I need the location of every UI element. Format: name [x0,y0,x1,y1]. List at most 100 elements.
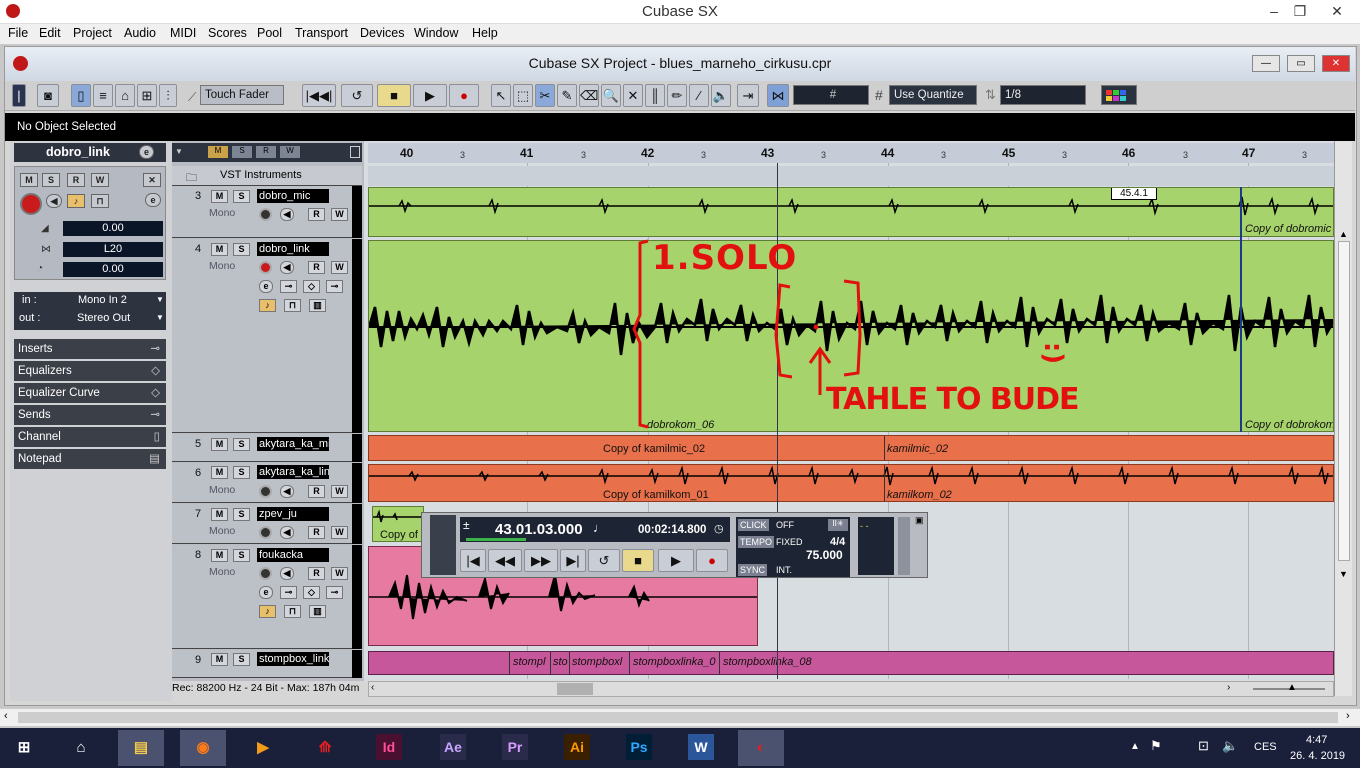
solo-button[interactable]: S [233,508,250,521]
project-maximize-button[interactable]: ▭ [1287,55,1315,72]
tempo-label[interactable]: TEMPO [738,536,775,548]
constrain-delay-button[interactable]: ◙ [37,84,59,107]
solo-button[interactable]: S [42,173,60,187]
mute-button[interactable]: M [211,653,228,666]
show-midi-filter[interactable]: M [208,146,228,158]
maximize-button[interactable]: ❐ [1283,0,1317,22]
color-select[interactable] [1101,85,1137,105]
acrobat-icon[interactable]: ⟰ [302,730,348,766]
delay-field[interactable]: 0.00 [63,262,163,277]
menu-project[interactable]: Project [73,26,112,40]
folder-toggle[interactable] [350,146,360,158]
show-instrument-filter[interactable]: S [232,146,252,158]
zoom-tool[interactable]: 🔍 [601,84,621,107]
horizontal-scrollbar[interactable]: ‹ › ▲ [368,681,1334,697]
plus-icon[interactable]: ± [463,518,470,532]
open-mixer-button[interactable]: ⫶ [159,84,177,107]
show-record-filter[interactable]: R [256,146,276,158]
mute-button[interactable]: M [20,173,38,187]
sync-label[interactable]: SYNC [738,564,768,576]
lock-button[interactable]: ⊓ [91,194,109,208]
record-enable-button[interactable] [259,485,272,498]
menu-midi[interactable]: MIDI [170,26,196,40]
rewind-button[interactable]: ◀◀ [488,549,522,572]
lock-button[interactable]: ⊓ [284,605,301,618]
position-display[interactable]: ± 43.01.03.000 ♩ 00:02:14.800 ◷ [460,517,730,542]
signature-value[interactable]: 4/4 [830,536,845,548]
window-horizontal-scrollbar[interactable]: ‹ › [0,708,1360,726]
time-value[interactable]: 00:02:14.800 [638,524,706,536]
mute-button[interactable]: M [211,466,228,479]
object-selection-tool[interactable]: ↖ [491,84,511,107]
track-name[interactable]: akytara_ka_lin [257,465,329,479]
transport-panel[interactable]: ± 43.01.03.000 ♩ 00:02:14.800 ◷ |◀ ◀◀ ▶▶… [421,512,928,578]
click-label[interactable]: CLICK [738,519,769,531]
play-button[interactable]: ▶ [413,84,447,107]
fast-forward-button[interactable]: ▶▶ [524,549,558,572]
record-enable-button[interactable] [259,261,272,274]
premiere-icon[interactable]: Pr [492,730,538,766]
solo-button[interactable]: S [233,243,250,256]
write-button[interactable]: W [331,526,348,539]
file-explorer-icon[interactable]: ▤ [118,730,164,766]
play-tool[interactable]: 🔈 [711,84,731,107]
edit-button[interactable]: e [259,586,273,599]
monitor-button[interactable]: ◀ [280,485,294,498]
start-button[interactable]: ⊞ [2,730,46,766]
window-scroll-thumb[interactable] [18,712,1338,723]
sends-bypass-button[interactable]: ⊸ [326,280,343,293]
position-slider[interactable] [466,538,526,541]
master-fader[interactable] [898,517,910,575]
audio-event-kamilmic[interactable]: Copy of kamilmic_02 kamilmic_02 [368,435,1334,461]
menu-scores[interactable]: Scores [208,26,247,40]
volume-field[interactable]: 0.00 [63,221,163,236]
indesign-icon[interactable]: Id [366,730,412,766]
open-pool-button[interactable]: ⊞ [137,84,157,107]
inspector-section-sends[interactable]: Sends ⊸ [14,405,166,425]
inspector-section-notepad[interactable]: Notepad ▤ [14,449,166,469]
sends-bypass-button[interactable]: ⊸ [326,586,343,599]
audio-event-zpev[interactable]: Copy of [372,506,424,542]
quantize-select[interactable]: 1/8 [1000,85,1086,105]
write-button[interactable]: W [331,208,348,221]
menu-transport[interactable]: Transport [295,26,348,40]
tray-language[interactable]: CES [1254,741,1277,753]
transport-close-icon[interactable]: ▣ [915,515,924,526]
audio-event-stompbox[interactable]: stompl sto stompboxl stompboxlinka_0 sto… [368,651,1334,675]
tempo-value[interactable]: 75.000 [806,548,843,562]
scroll-right-icon[interactable]: › [1346,710,1350,722]
split-tool[interactable]: ✂ [535,84,555,107]
edit-channel-button[interactable]: e [139,145,154,159]
vertical-scroll-thumb[interactable] [1338,241,1350,561]
solo-button[interactable]: S [233,190,250,203]
menu-help[interactable]: Help [472,26,498,40]
ruler[interactable] [368,143,1334,163]
track-name[interactable]: akytara_ka_mi [257,437,329,451]
record-enable-button[interactable] [20,193,42,215]
go-to-end-button[interactable]: ▶| [560,549,586,572]
inspector-section-equalizers[interactable]: Equalizers ◇ [14,361,166,381]
show-inspector-button[interactable]: ▯ [71,84,91,107]
timewarp-tool[interactable]: ║ [645,84,665,107]
track-name[interactable]: dobro_mic [257,189,329,203]
go-to-start-button[interactable]: |◀◀| [302,84,336,107]
project-minimize-button[interactable]: — [1252,55,1280,72]
tray-time[interactable]: 4:47 [1306,734,1327,746]
glue-tool[interactable]: ✎ [557,84,577,107]
scroll-right-icon[interactable]: › [1227,682,1230,693]
timebase-button[interactable]: ♪ [259,605,276,618]
audio-event-dobromic[interactable]: 45.4.1 Copy of dobromic [368,187,1334,237]
read-button[interactable]: R [308,261,325,274]
project-close-button[interactable]: ✕ [1322,55,1350,72]
record-button[interactable]: ● [449,84,479,107]
mute-button[interactable]: M [211,508,228,521]
show-infoline-button[interactable]: ≡ [93,84,113,107]
play-button[interactable]: ▶ [658,549,694,572]
cubase-taskbar-icon[interactable]: ◐ [738,730,784,766]
tray-network-icon[interactable]: ⊡ [1198,738,1209,754]
in-select[interactable]: Mono In 2 [78,294,127,306]
photoshop-icon[interactable]: Ps [616,730,662,766]
show-write-filter[interactable]: W [280,146,300,158]
track-name[interactable]: stompbox_link [257,652,329,666]
menu-devices[interactable]: Devices [360,26,404,40]
